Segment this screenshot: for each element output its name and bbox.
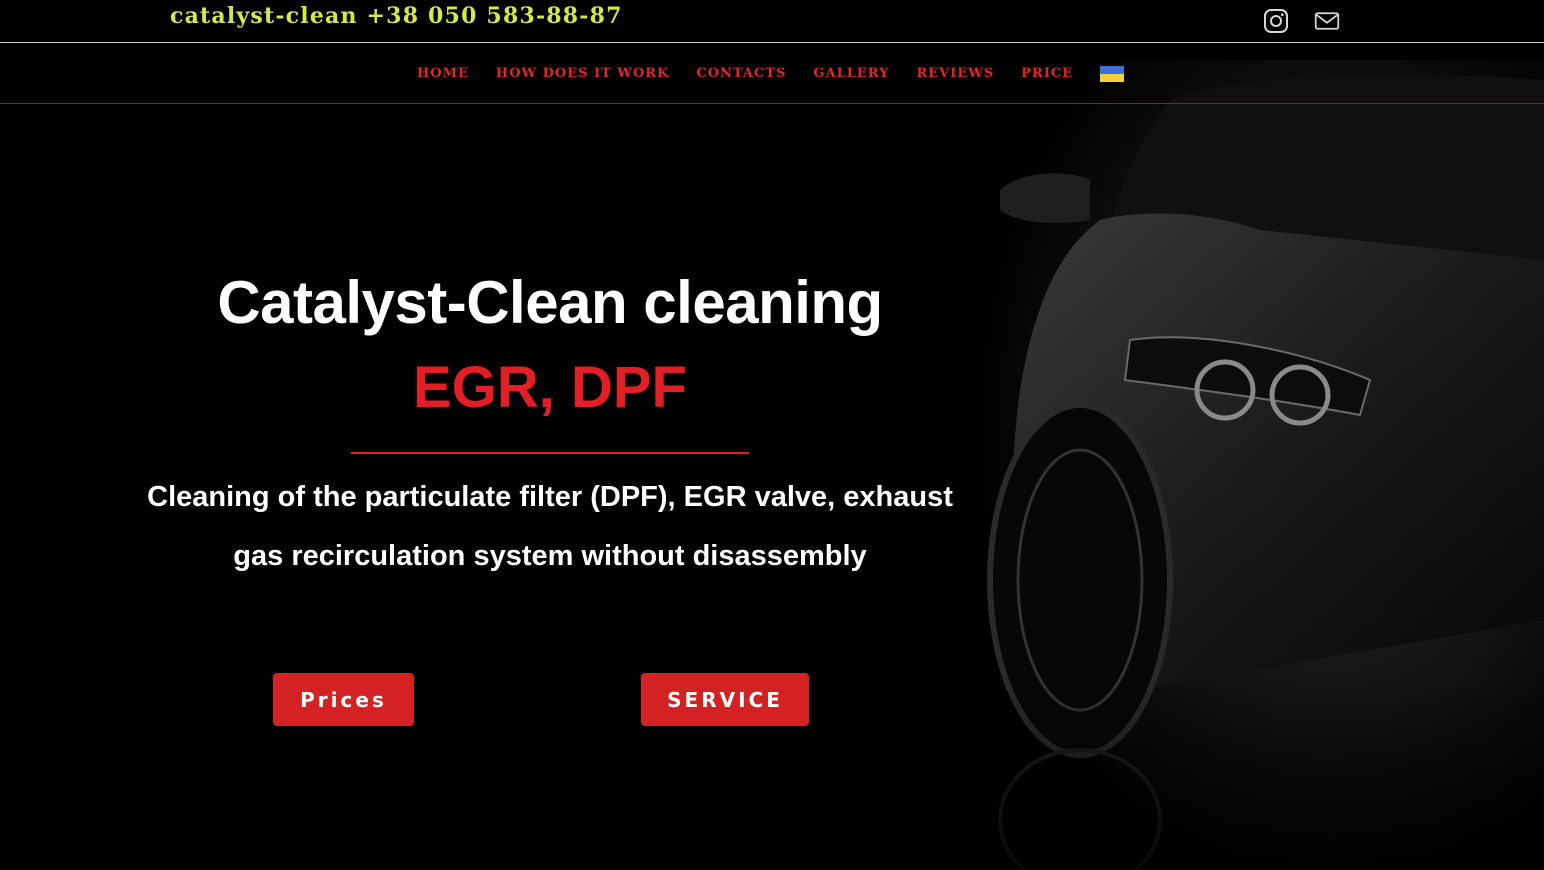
top-bar: catalyst-clean +38 050 583-88-87 [0,0,1544,43]
hero-description-line-2: gas recirculation system without disasse… [233,540,867,572]
phone-number[interactable]: +38 050 583-88-87 [367,3,623,29]
page: catalyst-clean +38 050 583-88-87 HOME HO… [0,0,1544,870]
instagram-icon[interactable] [1263,8,1289,34]
ukraine-flag-icon[interactable] [1100,66,1125,82]
brand-name: catalyst-clean [170,3,358,29]
hero-description-line-1: Cleaning of the particulate filter (DPF)… [147,481,953,513]
hero-section: Catalyst-Clean cleaning EGR, DPF Cleanin… [130,260,970,586]
nav-item-how-does-it-work[interactable]: HOW DOES IT WORK [496,66,669,81]
nav-item-contacts[interactable]: CONTACTS [696,66,786,81]
nav-items: HOME HOW DOES IT WORK CONTACTS GALLERY R… [417,65,1125,82]
mail-icon[interactable] [1314,8,1340,34]
hero-description: Cleaning of the particulate filter (DPF)… [130,468,970,586]
hero-title: Catalyst-Clean cleaning [217,269,883,336]
brand-phone-line[interactable]: catalyst-clean +38 050 583-88-87 [170,3,623,29]
prices-button[interactable]: Prices [273,673,414,726]
nav-item-reviews[interactable]: REVIEWS [916,66,994,81]
nav-item-price[interactable]: PRICE [1021,66,1073,81]
nav-item-home[interactable]: HOME [417,66,469,81]
hero-divider [351,452,749,454]
car-silhouette-image [940,60,1544,870]
nav-item-gallery[interactable]: GALLERY [813,66,889,81]
service-button[interactable]: SERVICE [641,673,809,726]
main-nav: HOME HOW DOES IT WORK CONTACTS GALLERY R… [0,43,1544,104]
hero-subtitle: EGR, DPF [413,355,687,420]
